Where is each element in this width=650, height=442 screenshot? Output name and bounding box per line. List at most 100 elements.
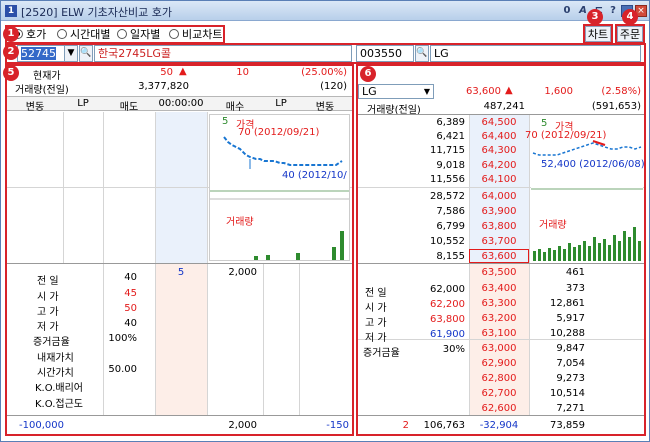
ask-price[interactable]: 64,300	[469, 145, 529, 156]
bid-price[interactable]: 63,100	[469, 328, 529, 339]
bid-qty: 10,288	[550, 328, 585, 339]
price-label: 현재가	[33, 71, 61, 82]
stat-value: 40	[124, 318, 137, 329]
search-icon[interactable]: 🔍	[79, 45, 93, 62]
radio-label: 일자별	[130, 28, 161, 41]
title-bar: 1 [2520] ELW 기초자산비교 호가 0 A ⊏ ? ×	[1, 1, 649, 21]
elw-name-field[interactable]: 한국2745LG콜	[94, 45, 352, 62]
bid-qty: 12,861	[550, 298, 585, 309]
badge-2: 2	[3, 44, 19, 60]
zero-icon[interactable]: 0	[561, 5, 573, 17]
ask-qty: 6,421	[436, 131, 465, 142]
bid-price[interactable]: 62,900	[469, 358, 529, 369]
elw-footer-buy: 2,000	[228, 420, 257, 431]
ask-price[interactable]: 63,600	[469, 251, 529, 262]
ask-price[interactable]: 64,200	[469, 160, 529, 171]
badge-5: 5	[3, 65, 19, 81]
bid-count: 5	[177, 267, 185, 278]
low-note: 52,400 (2012/06/08)	[541, 159, 645, 170]
col-header: 변동	[315, 102, 335, 113]
ask-qty: 10,552	[430, 236, 465, 247]
bid-price[interactable]: 62,700	[469, 388, 529, 399]
ask-qty: 6,799	[436, 221, 465, 232]
stock-name-field[interactable]: LG	[430, 45, 641, 62]
elw-change: 10	[236, 67, 249, 78]
volume-chart-label: 거래량	[539, 220, 567, 231]
elw-price-line	[210, 136, 349, 200]
elw-volume: 3,377,820	[138, 81, 189, 92]
stock-code-input[interactable]: 003550	[356, 45, 414, 62]
dropdown-icon: ▼	[423, 87, 430, 96]
footer-count: 2	[402, 420, 409, 431]
badge-6: 6	[360, 66, 376, 82]
app-icon: 1	[5, 5, 17, 17]
ask-price[interactable]: 63,900	[469, 206, 529, 217]
bid-qty: 461	[565, 267, 585, 278]
stock-volume: 487,241	[483, 101, 525, 112]
bid-price[interactable]: 63,400	[469, 283, 529, 294]
ask-qty: 11,556	[430, 174, 465, 185]
bid-time-col	[155, 263, 207, 415]
stat-value: 62,200	[430, 299, 465, 310]
badge-1: 1	[3, 26, 19, 42]
ask-price[interactable]: 64,100	[469, 174, 529, 185]
ask-price[interactable]: 63,800	[469, 221, 529, 232]
bid-qty: 9,273	[556, 373, 585, 384]
stat-label: 증거금율	[363, 348, 400, 359]
stat-label: 저 가	[37, 322, 59, 333]
volume-label: 거래량(전일)	[15, 85, 69, 96]
ask-price[interactable]: 64,400	[469, 131, 529, 142]
stock-price: 63,600	[466, 86, 501, 97]
window-title: [2520] ELW 기초자산비교 호가	[21, 6, 172, 19]
order-button[interactable]: 주문	[617, 26, 643, 42]
stat-value: 50.00	[108, 364, 137, 375]
elw-code-input[interactable]: 52745	[17, 45, 65, 62]
bid-price[interactable]: 63,300	[469, 298, 529, 309]
volume-chart-label: 거래량	[226, 217, 254, 228]
stat-value: 30%	[442, 344, 465, 355]
radio-label: 비교차트	[182, 28, 223, 41]
radio-daily[interactable]: 일자별	[117, 27, 160, 41]
stock-price-line	[531, 140, 643, 190]
search-icon[interactable]: 🔍	[415, 45, 429, 62]
bid-price[interactable]: 63,200	[469, 313, 529, 324]
col-header: LP	[77, 98, 89, 109]
bid-price[interactable]: 63,500	[469, 267, 529, 278]
elw-price: 50	[160, 67, 173, 78]
ask-qty: 9,018	[436, 160, 465, 171]
radio-compare-chart[interactable]: 비교차트	[169, 27, 222, 41]
ask-total: 106,763	[423, 420, 465, 431]
elw-footer-sell: -100,000	[19, 420, 64, 431]
stat-value: 45	[124, 288, 137, 299]
ask-price[interactable]: 64,500	[469, 117, 529, 128]
low-note: 40 (2012/10/	[282, 170, 347, 181]
elw-volume-prev: (120)	[320, 81, 347, 92]
bid-price[interactable]: 62,800	[469, 373, 529, 384]
radio-time[interactable]: 시간대별	[57, 27, 110, 41]
stat-label: 증거금율	[33, 337, 70, 348]
stat-label: K.O.접근도	[35, 399, 83, 410]
bid-qty: 7,054	[556, 358, 585, 369]
ask-qty: 6,389	[436, 117, 465, 128]
stat-label: 고 가	[37, 307, 59, 318]
bid-price[interactable]: 63,000	[469, 343, 529, 354]
chart-button[interactable]: 차트	[585, 26, 611, 42]
stat-label: 시 가	[37, 292, 59, 303]
ask-qty: 8,155	[436, 251, 465, 262]
radio-label: 호가	[26, 28, 47, 41]
radio-label: 시간대별	[70, 28, 111, 41]
ask-price[interactable]: 63,700	[469, 236, 529, 247]
radio-dot-icon	[57, 29, 67, 39]
bid-price[interactable]: 62,600	[469, 403, 529, 414]
stock-select[interactable]: LG ▼	[358, 84, 434, 99]
radio-dot-icon	[117, 29, 127, 39]
ask-price[interactable]: 64,000	[469, 191, 529, 202]
elw-mini-chart: 5 가격 70 (2012/09/21) 40 (2012/10/ 거래량	[209, 114, 350, 261]
stat-value: 63,800	[430, 314, 465, 325]
qty-diff: -32,904	[479, 420, 519, 431]
ask-qty: 28,572	[430, 191, 465, 202]
dropdown-icon[interactable]: ▼	[64, 45, 78, 62]
badge-4: 4	[622, 9, 638, 25]
help-icon[interactable]: ?	[607, 5, 619, 17]
ask-qty: 11,715	[430, 145, 465, 156]
